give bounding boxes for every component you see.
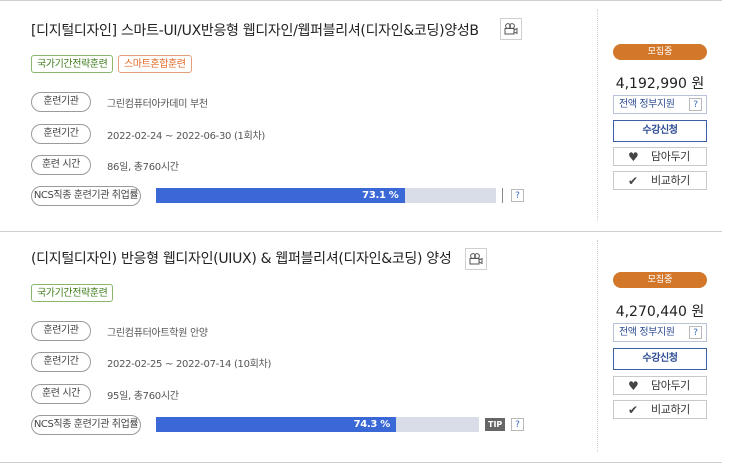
status-badge: 모집중	[613, 272, 707, 288]
employment-rate-fill: 74.3 %	[156, 417, 396, 432]
label-institution: 훈련기관	[31, 92, 91, 112]
course-title[interactable]: [디지털디자인] 스마트-UI/UX반응형 웹디자인/웹퍼블리셔(디자인&코딩)…	[31, 20, 479, 40]
save-button[interactable]: ♥ 담아두기	[613, 147, 707, 166]
label-period: 훈련기간	[31, 352, 91, 372]
period-value: 2022-02-25 ~ 2022-07-14 (10회차)	[107, 359, 272, 370]
compare-button[interactable]: ✔ 비교하기	[613, 400, 707, 419]
label-period: 훈련기간	[31, 124, 91, 144]
vertical-divider	[597, 240, 598, 452]
save-label: 담아두기	[651, 150, 690, 163]
compare-label: 비교하기	[651, 403, 690, 416]
course-card: (디지털디자인) 반응형 웹디자인(UIUX) & 웹퍼블리셔(디자인&코딩) …	[0, 231, 722, 463]
course-title[interactable]: (디지털디자인) 반응형 웹디자인(UIUX) & 웹퍼블리셔(디자인&코딩) …	[31, 248, 452, 268]
institution-value: 그린컴퓨터아카데미 부천	[107, 99, 208, 110]
hours-value: 95일, 총760시간	[107, 391, 179, 402]
video-preview-button[interactable]	[465, 248, 487, 270]
apply-button[interactable]: 수강신청	[613, 120, 707, 142]
check-icon: ✔	[628, 174, 638, 188]
label-institution: 훈련기관	[31, 321, 91, 341]
badge-national-strategy: 국가기간전략훈련	[31, 284, 114, 302]
video-preview-button[interactable]	[500, 18, 522, 40]
compare-label: 비교하기	[651, 174, 690, 187]
question-icon[interactable]: ?	[689, 98, 702, 111]
support-label: 전액 정부지원	[619, 99, 675, 110]
save-label: 담아두기	[651, 379, 690, 392]
period-value: 2022-02-24 ~ 2022-06-30 (1회차)	[107, 131, 266, 142]
institution-value: 그린컴퓨터아트학원 안양	[107, 328, 208, 339]
compare-button[interactable]: ✔ 비교하기	[613, 171, 707, 190]
apply-button[interactable]: 수강신청	[613, 348, 707, 370]
label-employment-rate: NCS직종 훈련기관 취업률	[31, 415, 141, 435]
course-price: 4,270,440 원	[615, 304, 705, 320]
question-icon[interactable]: ?	[689, 326, 702, 339]
vertical-divider	[597, 9, 598, 221]
employment-rate-text: 73.1 %	[362, 190, 399, 201]
save-button[interactable]: ♥ 담아두기	[613, 376, 707, 395]
bar-divider	[502, 188, 503, 203]
employment-rate-fill: 73.1 %	[156, 188, 405, 203]
question-icon[interactable]: ?	[511, 189, 524, 202]
government-support: 전액 정부지원 ?	[613, 323, 707, 342]
status-badge: 모집중	[613, 44, 707, 60]
course-price: 4,192,990 원	[615, 76, 705, 92]
employment-rate-bar: 74.3 %	[156, 417, 479, 432]
employment-rate-text: 74.3 %	[353, 419, 391, 430]
question-icon[interactable]: ?	[511, 418, 524, 431]
support-label: 전액 정부지원	[619, 327, 675, 338]
employment-rate-bar: 73.1 %	[156, 188, 496, 203]
video-camera-icon	[504, 23, 518, 35]
government-support: 전액 정부지원 ?	[613, 95, 707, 114]
check-icon: ✔	[628, 403, 638, 417]
badge-national-strategy: 국가기간전략훈련	[31, 55, 114, 73]
label-hours: 훈련 시간	[31, 384, 91, 404]
tip-badge[interactable]: TIP	[485, 418, 506, 431]
badge-smart-blended: 스마트혼합훈련	[118, 55, 192, 73]
hours-value: 86일, 총760시간	[107, 162, 179, 173]
label-employment-rate: NCS직종 훈련기관 취업률	[31, 186, 141, 206]
label-hours: 훈련 시간	[31, 155, 91, 175]
video-camera-icon	[469, 253, 483, 265]
heart-icon: ♥	[628, 150, 639, 164]
course-card: [디지털디자인] 스마트-UI/UX반응형 웹디자인/웹퍼블리셔(디자인&코딩)…	[0, 0, 722, 231]
heart-icon: ♥	[628, 379, 639, 393]
